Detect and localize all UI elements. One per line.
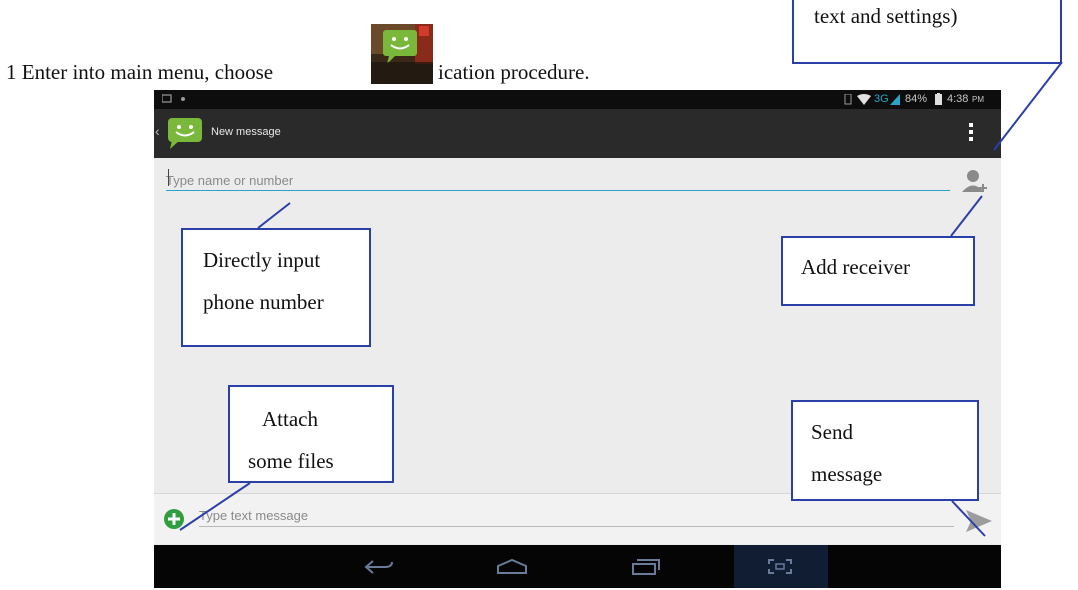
send-arrow-icon[interactable] <box>964 508 994 534</box>
overflow-menu-icon[interactable] <box>969 123 974 145</box>
recipient-input[interactable] <box>166 171 950 191</box>
add-contact-icon[interactable] <box>960 166 990 196</box>
callout-direct-input: Directly input phone number <box>181 228 371 347</box>
text-cursor <box>168 169 169 186</box>
vibrate-icon <box>844 94 852 105</box>
messaging-app-icon <box>371 24 433 84</box>
recipient-input-field[interactable] <box>166 171 950 190</box>
notification-icons <box>162 94 185 103</box>
callout-direct-input-line1: Directly input <box>203 248 321 272</box>
battery-icon <box>935 93 942 105</box>
nav-home-button[interactable] <box>472 545 552 588</box>
nav-back-button[interactable] <box>339 545 419 588</box>
callout-direct-input-line2: phone number <box>203 290 324 314</box>
clock-ampm: PM <box>972 95 984 104</box>
up-caret-icon[interactable]: ‹ <box>155 123 160 139</box>
nav-screenshot-button[interactable] <box>734 545 828 588</box>
action-bar-title: New message <box>211 126 281 138</box>
action-bar: ‹ New message <box>154 109 1001 158</box>
callout-send-line2: message <box>811 462 883 486</box>
screenshot-icon <box>768 559 792 574</box>
status-bar: 3G 84% 4:38 PM <box>154 90 1001 109</box>
instruction-text-after: ication procedure. <box>438 60 590 84</box>
signal-icon <box>890 94 900 105</box>
home-icon <box>497 558 527 574</box>
clock-time: 4:38 <box>947 93 969 105</box>
battery-percent: 84% <box>905 93 928 105</box>
callout-attach-line1: Attach <box>262 407 318 431</box>
callout-add-receiver: Add receiver <box>781 236 975 306</box>
network-type: 3G <box>874 93 889 105</box>
nav-recent-apps-button[interactable] <box>605 545 685 588</box>
instruction-text-before: 1 Enter into main menu, choose <box>6 60 274 84</box>
attach-plus-circle-icon[interactable] <box>163 508 185 530</box>
wifi-icon <box>857 94 871 105</box>
leader-line-menu <box>993 61 1063 151</box>
callout-send-line1: Send <box>811 420 853 444</box>
callout-attach-line2: some files <box>248 449 334 473</box>
recent-apps-icon <box>632 559 660 575</box>
messaging-app-logo-icon[interactable] <box>166 116 204 150</box>
message-input-field[interactable] <box>199 504 954 526</box>
callout-send: Send message <box>791 400 979 501</box>
message-input[interactable] <box>199 504 954 527</box>
callout-add-receiver-text: Add receiver <box>801 255 911 279</box>
callout-attach: Attach some files <box>228 385 394 483</box>
callout-menu-settings: text and settings) <box>792 0 1062 64</box>
navigation-bar <box>154 545 1001 588</box>
callout-menu-settings-text: text and settings) <box>814 4 958 28</box>
back-icon <box>364 560 393 574</box>
